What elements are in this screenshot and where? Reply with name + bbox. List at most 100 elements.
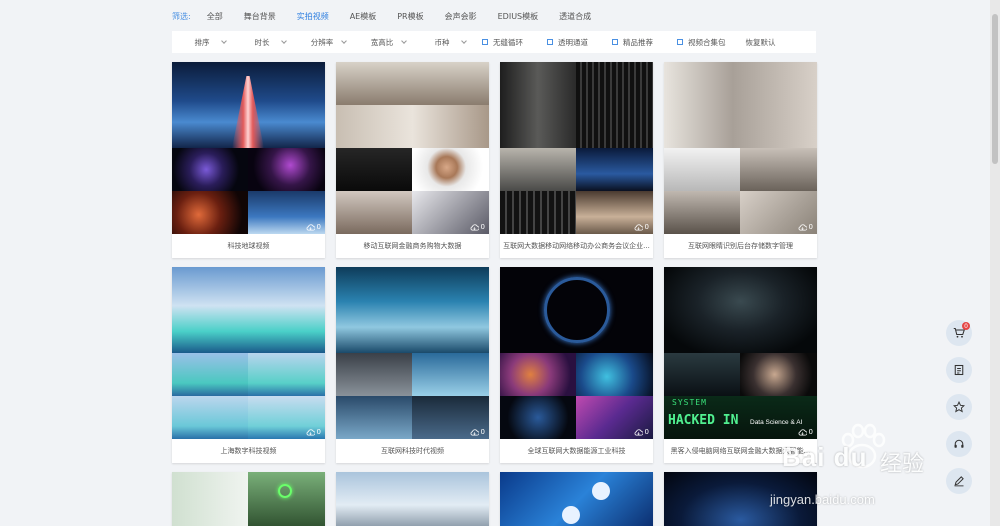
cloud-download-icon	[470, 428, 479, 435]
video-card[interactable]: 0 上海数字科技视频	[172, 267, 325, 463]
chevron-down-icon	[221, 38, 227, 44]
video-title[interactable]: 互联网科技时代视频	[336, 439, 489, 463]
category-stage-background[interactable]: 舞台背景	[244, 11, 276, 22]
video-thumbnail[interactable]: 0	[664, 62, 817, 234]
video-card[interactable]: 0 科技地球视频	[172, 62, 325, 258]
video-card[interactable]	[336, 472, 489, 526]
download-count: 0	[634, 428, 649, 436]
reset-default-button[interactable]: 恢复默认	[746, 37, 776, 48]
cloud-download-icon	[798, 223, 807, 230]
cloud-download-icon	[470, 223, 479, 230]
orders-button[interactable]	[946, 357, 972, 383]
video-title[interactable]: 互联网大数据移动网络移动办公商务会议企业...	[500, 234, 653, 258]
aspect-ratio-dropdown[interactable]: 宽高比	[352, 31, 412, 53]
download-count-value: 0	[316, 223, 321, 231]
video-card[interactable]: 0 全球互联网大数据能源工业科技	[500, 267, 653, 463]
checkbox-box	[677, 39, 683, 45]
thumb-text-hacked: HACKED IN	[668, 413, 739, 428]
sort-dropdown[interactable]: 排序	[172, 31, 232, 53]
download-count: 0	[306, 223, 321, 231]
checkbox-label: 精品推荐	[623, 37, 653, 47]
chevron-down-icon	[341, 38, 347, 44]
category-ae-template[interactable]: AE模板	[350, 11, 377, 22]
category-all[interactable]: 全部	[207, 11, 223, 22]
video-title[interactable]: 科技地球视频	[172, 234, 325, 258]
video-thumbnail[interactable]: 0	[336, 62, 489, 234]
category-pr-template[interactable]: PR模板	[397, 11, 423, 22]
download-count-value: 0	[480, 428, 485, 436]
download-count: 0	[470, 428, 485, 436]
checkbox-box	[547, 39, 553, 45]
video-pack-checkbox[interactable]: 视频合集包	[677, 37, 726, 48]
video-card[interactable]	[172, 472, 325, 526]
cloud-download-icon	[634, 428, 643, 435]
thumb-text-system: SYSTEM	[672, 398, 707, 407]
filter-label: 筛选:	[172, 11, 191, 21]
video-title[interactable]: 移动互联网金融商务购物大数据	[336, 234, 489, 258]
video-thumbnail[interactable]	[172, 472, 325, 526]
seamless-loop-checkbox[interactable]: 无缝循环	[482, 37, 523, 48]
category-channel-compositing[interactable]: 透道合成	[559, 11, 591, 22]
download-count-value: 0	[480, 223, 485, 231]
video-card[interactable]: 0 互联网科技时代视频	[336, 267, 489, 463]
category-video-studio[interactable]: 会声会影	[445, 11, 477, 22]
checkbox-label: 视频合集包	[688, 37, 726, 47]
video-thumbnail[interactable]: 0	[336, 267, 489, 439]
featured-checkbox[interactable]: 精品推荐	[612, 37, 653, 48]
video-title[interactable]: 全球互联网大数据能源工业科技	[500, 439, 653, 463]
resolution-dropdown-label: 分辨率	[310, 37, 334, 47]
sort-filter-bar: 排序 时长 分辨率 宽高比 币种 无缝循环 透明通道 精品推荐 视频合集包 恢复…	[172, 31, 816, 53]
video-card[interactable]: 0 移动互联网金融商务购物大数据	[336, 62, 489, 258]
video-thumbnail[interactable]: 0	[500, 267, 653, 439]
video-card[interactable]	[500, 472, 653, 526]
checkbox-box	[482, 39, 488, 45]
category-edius-template[interactable]: EDIUS模板	[498, 11, 539, 22]
category-filter-row: 筛选: 全部 舞台背景 实拍视频 AE模板 PR模板 会声会影 EDIUS模板 …	[172, 9, 612, 23]
video-card[interactable]: 0 互联网眼睛识别后台存储数字管理	[664, 62, 817, 258]
currency-dropdown[interactable]: 币种	[412, 31, 472, 53]
chevron-down-icon	[461, 38, 467, 44]
cloud-download-icon	[306, 428, 315, 435]
currency-dropdown-label: 币种	[434, 37, 450, 47]
alpha-channel-checkbox[interactable]: 透明通道	[547, 37, 588, 48]
checkbox-label: 透明通道	[558, 37, 588, 47]
category-live-video[interactable]: 实拍视频	[297, 11, 329, 22]
video-thumbnail[interactable]: 0	[172, 267, 325, 439]
aspect-ratio-dropdown-label: 宽高比	[370, 37, 394, 47]
video-card[interactable]: 0 互联网大数据移动网络移动办公商务会议企业...	[500, 62, 653, 258]
watermark-cn: 经验	[880, 452, 925, 477]
resolution-dropdown[interactable]: 分辨率	[292, 31, 352, 53]
download-count: 0	[470, 223, 485, 231]
checkbox-box	[612, 39, 618, 45]
video-thumbnail[interactable]: SYSTEM HACKED IN Data Science & AI 0	[664, 267, 817, 439]
chevron-down-icon	[401, 38, 407, 44]
video-thumbnail[interactable]	[336, 472, 489, 526]
video-thumbnail[interactable]: 0	[500, 62, 653, 234]
star-icon	[953, 401, 965, 413]
checkbox-label: 无缝循环	[493, 37, 523, 47]
video-title[interactable]: 互联网眼睛识别后台存储数字管理	[664, 234, 817, 258]
favorites-button[interactable]	[946, 394, 972, 420]
duration-dropdown[interactable]: 时长	[232, 31, 292, 53]
download-count: 0	[798, 223, 813, 231]
duration-dropdown-label: 时长	[254, 37, 270, 47]
download-count-value: 0	[316, 428, 321, 436]
chevron-down-icon	[281, 38, 287, 44]
download-count: 0	[634, 223, 649, 231]
cloud-download-icon	[306, 223, 315, 230]
watermark: Bai du 经验 jingyan.baidu.com	[760, 422, 960, 522]
sort-dropdown-label: 排序	[194, 37, 210, 47]
video-thumbnail[interactable]	[500, 472, 653, 526]
video-grid: 0 科技地球视频 0 移动互联网金融商务购物大数据 0 互联网大数据移动网络移动…	[172, 62, 817, 526]
watermark-brand: Bai du	[782, 442, 868, 472]
video-title[interactable]: 上海数字科技视频	[172, 439, 325, 463]
list-icon	[954, 364, 964, 376]
page-scrollbar-thumb[interactable]	[992, 14, 998, 164]
download-count-value: 0	[808, 223, 813, 231]
video-thumbnail[interactable]: 0	[172, 62, 325, 234]
download-count: 0	[306, 428, 321, 436]
cart-button[interactable]: 0	[946, 320, 972, 346]
watermark-url: jingyan.baidu.com	[770, 492, 875, 507]
download-count-value: 0	[644, 428, 649, 436]
cloud-download-icon	[634, 223, 643, 230]
